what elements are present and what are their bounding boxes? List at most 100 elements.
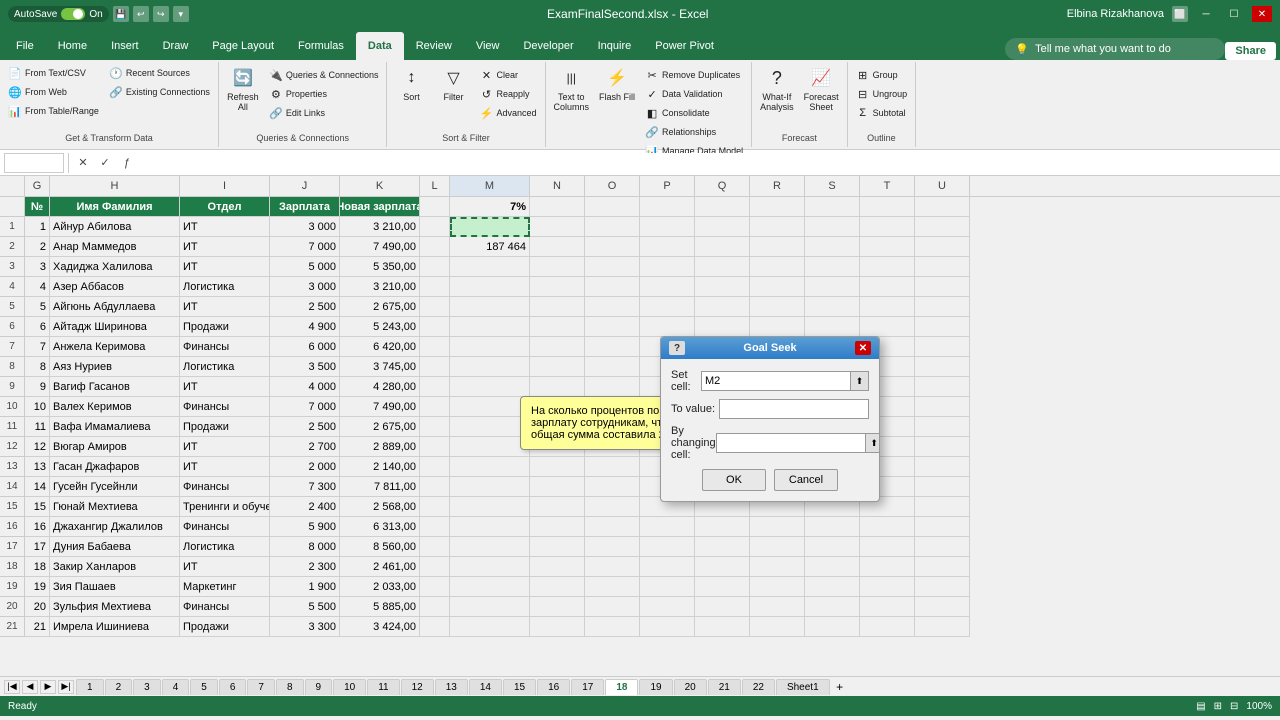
text-to-columns-button[interactable]: ||| Text toColumns: [550, 64, 594, 114]
ungroup-button[interactable]: ⊟ Ungroup: [852, 85, 912, 103]
clear-button[interactable]: ✕ Clear: [475, 66, 540, 84]
confirm-formula-button[interactable]: ✓: [95, 153, 115, 173]
forecast-sheet-button[interactable]: 📈 ForecastSheet: [800, 64, 843, 114]
sheet-nav-prev[interactable]: ◀: [22, 680, 38, 694]
what-if-analysis-button[interactable]: ? What-IfAnalysis: [756, 64, 798, 114]
subtotal-button[interactable]: Σ Subtotal: [852, 104, 912, 122]
share-button[interactable]: Share: [1225, 42, 1276, 60]
sheet-tab-21[interactable]: 21: [708, 679, 741, 695]
add-sheet-button[interactable]: +: [832, 680, 848, 694]
sheet-tab-22[interactable]: 22: [742, 679, 775, 695]
tab-view[interactable]: View: [464, 32, 512, 60]
reapply-icon: ↺: [479, 87, 493, 101]
to-value-input[interactable]: [719, 399, 869, 419]
sheet-tab-8[interactable]: 8: [276, 679, 304, 695]
sheet-tab-4[interactable]: 4: [162, 679, 190, 695]
minimize-button[interactable]: ─: [1196, 6, 1216, 22]
tab-formulas[interactable]: Formulas: [286, 32, 356, 60]
sheet-tab-16[interactable]: 16: [537, 679, 570, 695]
set-cell-input[interactable]: [701, 371, 851, 391]
tab-home[interactable]: Home: [46, 32, 99, 60]
ok-button[interactable]: OK: [702, 469, 766, 491]
ungroup-icon: ⊟: [856, 87, 870, 101]
save-icon[interactable]: 💾: [113, 6, 129, 22]
group-label: Group: [873, 70, 898, 80]
tab-review[interactable]: Review: [404, 32, 464, 60]
undo-icon[interactable]: ↩: [133, 6, 149, 22]
from-text-csv-button[interactable]: 📄 From Text/CSV: [4, 64, 103, 82]
name-box[interactable]: [4, 153, 64, 173]
sheet-tab-20[interactable]: 20: [674, 679, 707, 695]
sheet-tab-2[interactable]: 2: [105, 679, 133, 695]
filter-button[interactable]: ▽ Filter: [433, 64, 473, 104]
sheet-tab-10[interactable]: 10: [333, 679, 366, 695]
flash-fill-button[interactable]: ⚡ Flash Fill: [595, 64, 639, 104]
cancel-button[interactable]: Cancel: [774, 469, 838, 491]
redo-icon[interactable]: ↪: [153, 6, 169, 22]
sheet-nav-first[interactable]: |◀: [4, 680, 20, 694]
sheet-nav-next[interactable]: ▶: [40, 680, 56, 694]
sheet-nav-last[interactable]: ▶|: [58, 680, 74, 694]
sheet-tab-14[interactable]: 14: [469, 679, 502, 695]
view-page-layout-icon[interactable]: ⊞: [1214, 701, 1222, 712]
tab-page-layout[interactable]: Page Layout: [200, 32, 286, 60]
sheet-tab-19[interactable]: 19: [639, 679, 672, 695]
from-table-range-button[interactable]: 📊 From Table/Range: [4, 102, 103, 120]
sheet-tab-13[interactable]: 13: [435, 679, 468, 695]
sheet-tab-1[interactable]: 1: [76, 679, 104, 695]
sheet-tab-11[interactable]: 11: [367, 679, 399, 695]
sheet-tab-18[interactable]: 18: [605, 679, 638, 695]
maximize-button[interactable]: ☐: [1224, 6, 1244, 22]
sheet-tab-15[interactable]: 15: [503, 679, 536, 695]
by-changing-ref-button[interactable]: ⬆: [866, 433, 880, 453]
sheet-tab-5[interactable]: 5: [190, 679, 218, 695]
sort-button[interactable]: ↕ Sort: [391, 64, 431, 104]
help-button[interactable]: ?: [669, 341, 685, 355]
sheet-tab-3[interactable]: 3: [133, 679, 161, 695]
zoom-level: 100%: [1246, 701, 1272, 712]
refresh-all-button[interactable]: 🔄 RefreshAll: [223, 64, 263, 114]
cancel-formula-button[interactable]: ✕: [73, 153, 93, 173]
search-bar[interactable]: 💡 Tell me what you want to do: [1005, 38, 1225, 60]
advanced-button[interactable]: ⚡ Advanced: [475, 104, 540, 122]
sheet-tab-7[interactable]: 7: [247, 679, 275, 695]
sheet-tab-17[interactable]: 17: [571, 679, 604, 695]
tab-power-pivot[interactable]: Power Pivot: [643, 32, 726, 60]
consolidate-button[interactable]: ◧ Consolidate: [641, 104, 747, 122]
recent-sources-button[interactable]: 🕐 Recent Sources: [105, 64, 214, 82]
tab-data[interactable]: Data: [356, 32, 404, 60]
by-changing-input[interactable]: [716, 433, 866, 453]
reapply-label: Reapply: [496, 89, 529, 99]
existing-connections-button[interactable]: 🔗 Existing Connections: [105, 83, 214, 101]
view-normal-icon[interactable]: ▤: [1196, 701, 1205, 712]
group-button[interactable]: ⊞ Group: [852, 66, 912, 84]
sheet-tab-sheet1[interactable]: Sheet1: [776, 679, 830, 695]
ribbon-display-icon[interactable]: ⬜: [1172, 6, 1188, 22]
close-button[interactable]: ✕: [1252, 6, 1272, 22]
from-web-button[interactable]: 🌐 From Web: [4, 83, 103, 101]
set-cell-ref-button[interactable]: ⬆: [851, 371, 869, 391]
titlebar-right: Elbina Rizakhanova ⬜ ─ ☐ ✕: [1067, 6, 1272, 22]
insert-function-button[interactable]: ƒ: [117, 153, 137, 173]
customize-qat-icon[interactable]: ▾: [173, 6, 189, 22]
data-validation-button[interactable]: ✓ Data Validation: [641, 85, 747, 103]
sheet-tab-12[interactable]: 12: [401, 679, 434, 695]
tab-developer[interactable]: Developer: [511, 32, 585, 60]
sheet-tab-9[interactable]: 9: [305, 679, 333, 695]
queries-connections-button[interactable]: 🔌 Queries & Connections: [265, 66, 383, 84]
tab-insert[interactable]: Insert: [99, 32, 151, 60]
autosave-toggle[interactable]: AutoSave On: [8, 6, 109, 22]
tab-file[interactable]: File: [4, 32, 46, 60]
sheet-tab-6[interactable]: 6: [219, 679, 247, 695]
remove-duplicates-button[interactable]: ✂ Remove Duplicates: [641, 66, 747, 84]
autosave-toggle-on[interactable]: [61, 8, 85, 20]
edit-links-button[interactable]: 🔗 Edit Links: [265, 104, 383, 122]
reapply-button[interactable]: ↺ Reapply: [475, 85, 540, 103]
relationships-button[interactable]: 🔗 Relationships: [641, 123, 747, 141]
tab-draw[interactable]: Draw: [151, 32, 201, 60]
formula-input[interactable]: [141, 153, 1276, 173]
tab-inquire[interactable]: Inquire: [586, 32, 644, 60]
properties-button[interactable]: ⚙ Properties: [265, 85, 383, 103]
view-page-break-icon[interactable]: ⊟: [1230, 701, 1238, 712]
dialog-close-button[interactable]: ✕: [855, 341, 871, 355]
